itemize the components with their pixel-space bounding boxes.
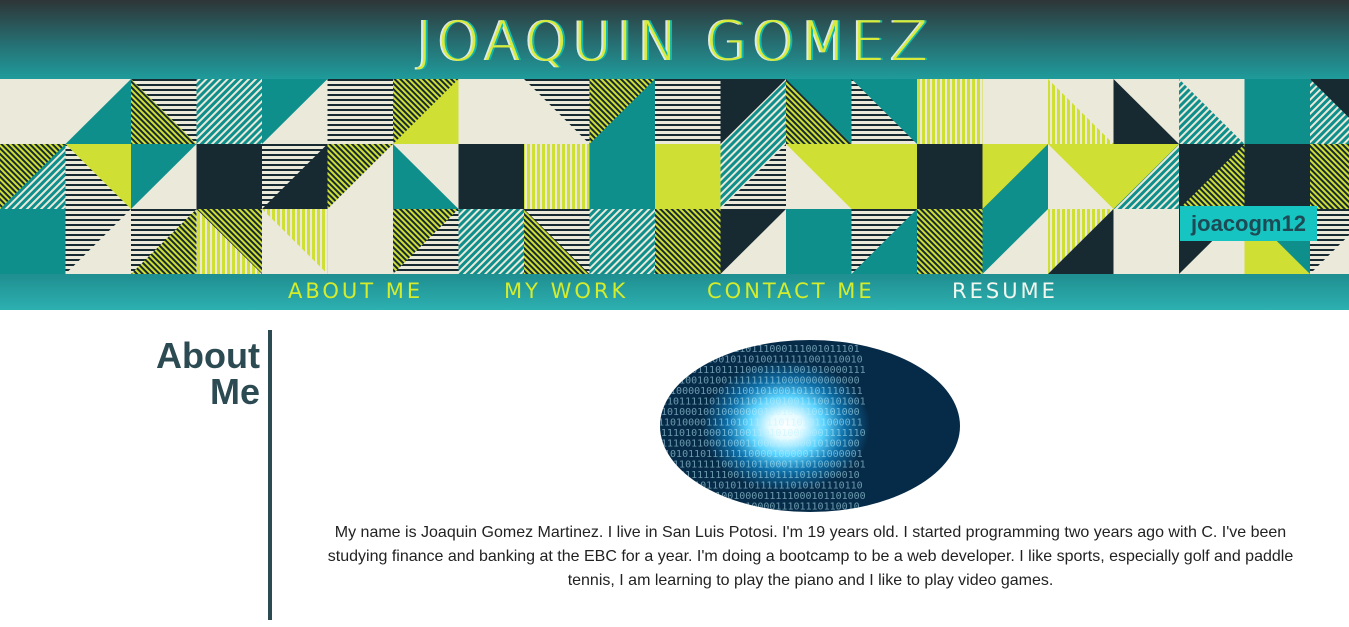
banner-tile: [982, 79, 1049, 145]
binary-digits: 1110101000101001101010000001111110: [661, 428, 866, 439]
site-header: JOAQUIN GOMEZ: [0, 0, 1349, 79]
banner-tile: [196, 144, 263, 210]
binary-digits: 0101011011111110000100000111000001: [660, 449, 863, 460]
binary-digits: 1111011001001000011111000101101000: [661, 491, 866, 502]
banner-tile: [786, 209, 853, 274]
binary-digits: 0011100101001111111110000000000000: [660, 376, 860, 387]
banner-tile: [458, 209, 525, 274]
nav-contact-me[interactable]: CONTACT ME: [707, 279, 875, 303]
binary-digits: 0101011111110011011011110101000010: [660, 470, 860, 481]
binary-digits: 0010101000110110111000111001011101: [660, 344, 860, 355]
nav-about-me[interactable]: ABOUT ME: [288, 279, 423, 303]
banner-tile: [196, 79, 263, 145]
binary-digits: 1101000100100000001101001100101000: [660, 407, 860, 418]
banner-tile: [1113, 209, 1180, 274]
username-badge[interactable]: joacogm12: [1180, 206, 1317, 241]
banner-tile: [655, 144, 722, 210]
binary-digits: 0010000100011100101000101101110111: [660, 386, 863, 397]
banner-tile: [655, 209, 722, 274]
binary-digits: 0011011111001010110001110100001101: [661, 460, 866, 471]
banner-tile: [917, 79, 984, 145]
banner-tile: [917, 209, 984, 274]
banner-tile: [851, 144, 918, 210]
binary-digits: 0111001100010001100010000010100100: [660, 439, 860, 450]
banner-tile: [1244, 79, 1311, 145]
section-divider: [268, 330, 272, 620]
geometric-banner: [0, 79, 1349, 274]
nav-my-work[interactable]: MY WORK: [504, 279, 628, 303]
banner-tile: [917, 144, 984, 210]
binary-digits: 1111101011010110111111010101110110: [660, 481, 863, 492]
banner-tile: [0, 209, 67, 274]
binary-digits: 1101101001101111000011101110110010: [660, 502, 860, 513]
main-navigation: ABOUT ME MY WORK CONTACT ME RESUME: [0, 274, 1349, 310]
banner-tile: [589, 144, 656, 210]
banner-tile: [0, 79, 67, 145]
binary-tunnel-image: 0010101000110110111000111001011101 000000…: [660, 340, 960, 512]
binary-digits: 1101111101110110110010011100101001: [661, 397, 866, 408]
banner-tile: [458, 79, 525, 145]
nav-resume[interactable]: RESUME: [952, 279, 1058, 303]
about-bio: My name is Joaquin Gomez Martinez. I liv…: [327, 524, 1294, 589]
banner-tile: [327, 79, 394, 145]
banner-tile: [1244, 144, 1311, 210]
banner-tile: [1310, 144, 1349, 210]
about-heading: About Me: [156, 335, 260, 412]
binary-digits: 0000101110111100011111001010000111: [661, 365, 866, 376]
binary-digits: 0000001110010110100111111001110010: [660, 355, 863, 366]
banner-tile: [655, 79, 722, 145]
banner-tile: [458, 144, 525, 210]
site-title: JOAQUIN GOMEZ: [416, 10, 933, 73]
binary-digits: 1101000011110101111101101011000011: [660, 418, 863, 429]
